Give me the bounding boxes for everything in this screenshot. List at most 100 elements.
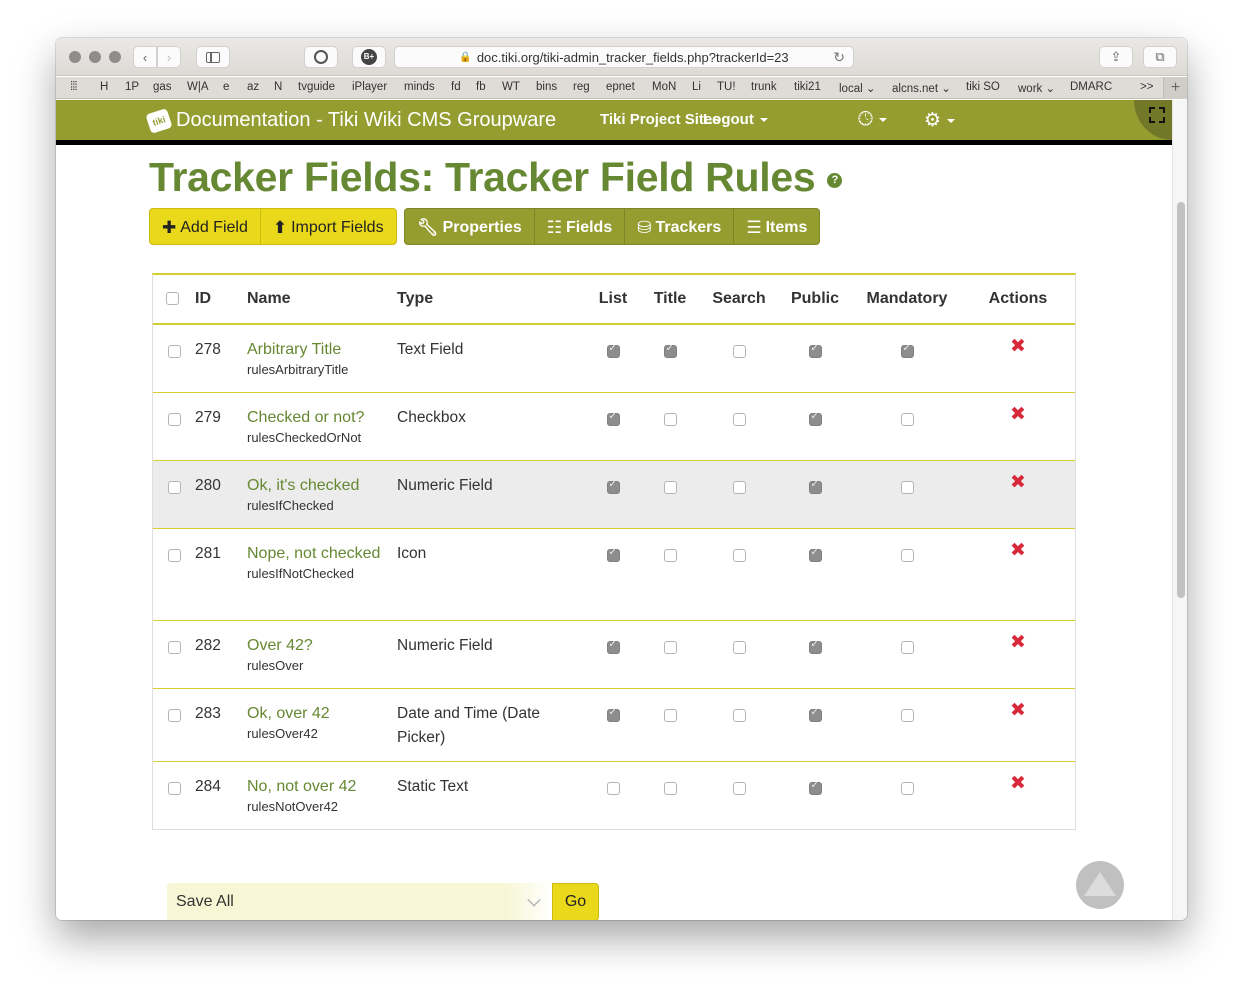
delete-icon[interactable]: ✖ — [1010, 404, 1026, 425]
search-checkbox[interactable] — [732, 480, 746, 494]
search-checkbox[interactable] — [732, 781, 746, 795]
title-checkbox[interactable] — [663, 548, 677, 562]
bookmark-item[interactable]: minds — [404, 81, 435, 93]
bookmark-item[interactable]: epnet — [606, 81, 635, 93]
title-checkbox[interactable] — [663, 708, 677, 722]
mandatory-checkbox[interactable] — [900, 548, 914, 562]
row-select-checkbox[interactable] — [168, 345, 181, 359]
bookmark-item[interactable]: tiki SO — [966, 81, 1000, 93]
column-header-name[interactable]: Name — [247, 275, 397, 325]
close-window-button[interactable] — [69, 51, 81, 63]
bookmark-folder[interactable]: alcns.net ⌄ — [892, 81, 951, 95]
bookmark-item[interactable]: DMARC — [1070, 81, 1112, 93]
bookmark-item[interactable]: W|A — [187, 81, 209, 93]
row-select-checkbox[interactable] — [168, 548, 181, 562]
search-checkbox[interactable] — [732, 708, 746, 722]
tabs-overview-button[interactable]: ⧉ — [1143, 46, 1177, 68]
list-checkbox[interactable] — [606, 479, 620, 494]
bookmark-item[interactable]: TU! — [717, 81, 736, 93]
scroll-to-top-button[interactable] — [1076, 861, 1124, 909]
site-brand-link[interactable]: tiki Documentation - Tiki Wiki CMS Group… — [145, 107, 556, 134]
list-checkbox[interactable] — [606, 781, 620, 795]
public-checkbox[interactable] — [808, 707, 822, 722]
field-name-link[interactable]: Checked or not? — [247, 406, 397, 430]
mandatory-checkbox[interactable] — [900, 781, 914, 795]
address-bar[interactable]: 🔒 doc.tiki.org/tiki-admin_tracker_fields… — [394, 46, 854, 68]
mandatory-checkbox[interactable] — [900, 343, 914, 359]
bookmarks-overflow-button[interactable]: >> — [1140, 81, 1153, 93]
list-checkbox[interactable] — [606, 639, 620, 654]
bookmark-folder[interactable]: local ⌄ — [839, 81, 875, 95]
trackers-button[interactable]: ⛁ Trackers — [625, 209, 735, 244]
search-checkbox[interactable] — [732, 640, 746, 654]
delete-icon[interactable]: ✖ — [1010, 700, 1026, 721]
minimize-window-button[interactable] — [89, 51, 101, 63]
field-name-link[interactable]: Over 42? — [247, 634, 397, 658]
search-checkbox[interactable] — [732, 548, 746, 562]
row-select-checkbox[interactable] — [168, 412, 181, 426]
public-checkbox[interactable] — [808, 411, 822, 426]
field-name-link[interactable]: Ok, it's checked — [247, 474, 397, 498]
forward-button[interactable]: › — [157, 46, 181, 68]
title-checkbox[interactable] — [663, 480, 677, 494]
grid-icon[interactable]: ⁞⁞⁞ — [70, 81, 78, 93]
column-header-mandatory[interactable]: Mandatory — [853, 275, 961, 325]
column-header-list[interactable]: List — [587, 275, 639, 325]
share-button[interactable]: ⇪ — [1099, 46, 1133, 68]
sidebar-toggle-button[interactable] — [196, 46, 230, 68]
go-button[interactable]: Go — [552, 883, 599, 920]
list-checkbox[interactable] — [606, 411, 620, 426]
recent-changes-menu[interactable]: 🕓︎ — [858, 109, 888, 131]
title-checkbox[interactable] — [663, 640, 677, 654]
row-select-checkbox[interactable] — [168, 708, 181, 722]
delete-icon[interactable]: ✖ — [1010, 472, 1026, 493]
bookmark-item[interactable]: tvguide — [298, 81, 335, 93]
mandatory-checkbox[interactable] — [900, 412, 914, 426]
bookmark-item[interactable]: H — [100, 81, 108, 93]
search-checkbox[interactable] — [732, 345, 746, 359]
column-header-title[interactable]: Title — [639, 275, 701, 325]
extension-button[interactable]: B+ — [352, 46, 386, 68]
column-header-public[interactable]: Public — [777, 275, 853, 325]
title-checkbox[interactable] — [663, 343, 677, 359]
mandatory-checkbox[interactable] — [900, 640, 914, 654]
bookmark-item[interactable]: gas — [153, 81, 172, 93]
mandatory-checkbox[interactable] — [900, 480, 914, 494]
bookmark-item[interactable]: trunk — [751, 81, 777, 93]
public-checkbox[interactable] — [808, 343, 822, 359]
bookmark-item[interactable]: Li — [692, 81, 701, 93]
row-select-checkbox[interactable] — [168, 480, 181, 494]
zoom-window-button[interactable] — [109, 51, 121, 63]
delete-icon[interactable]: ✖ — [1010, 336, 1026, 357]
bookmark-item[interactable]: WT — [502, 81, 520, 93]
add-field-button[interactable]: ✚ Add Field — [150, 209, 261, 244]
fields-button[interactable]: ☷ Fields — [535, 209, 626, 244]
admin-menu[interactable]: ⚙︎ — [924, 109, 956, 132]
public-checkbox[interactable] — [808, 780, 822, 795]
column-header-type[interactable]: Type — [397, 275, 587, 325]
fullscreen-icon[interactable] — [1149, 107, 1165, 123]
bookmark-item[interactable]: reg — [573, 81, 590, 93]
column-header-search[interactable]: Search — [701, 275, 777, 325]
page-scrollbar[interactable] — [1172, 100, 1187, 920]
list-checkbox[interactable] — [606, 547, 620, 562]
list-checkbox[interactable] — [606, 343, 620, 359]
delete-icon[interactable]: ✖ — [1010, 773, 1026, 794]
bookmark-item[interactable]: fd — [451, 81, 461, 93]
field-name-link[interactable]: Nope, not checked — [247, 542, 397, 566]
bookmark-item[interactable]: bins — [536, 81, 557, 93]
column-header-id[interactable]: ID — [195, 275, 247, 325]
help-icon[interactable]: ? — [827, 173, 843, 188]
mandatory-checkbox[interactable] — [900, 708, 914, 722]
bookmark-item[interactable]: e — [223, 81, 229, 93]
field-name-link[interactable]: Ok, over 42 — [247, 702, 397, 726]
search-checkbox[interactable] — [732, 412, 746, 426]
row-select-checkbox[interactable] — [168, 640, 181, 654]
password-manager-button[interactable] — [304, 46, 338, 68]
bookmark-item[interactable]: fb — [476, 81, 486, 93]
delete-icon[interactable]: ✖ — [1010, 632, 1026, 653]
scrollbar-thumb[interactable] — [1177, 202, 1185, 598]
delete-icon[interactable]: ✖ — [1010, 540, 1026, 561]
public-checkbox[interactable] — [808, 639, 822, 654]
list-checkbox[interactable] — [606, 707, 620, 722]
